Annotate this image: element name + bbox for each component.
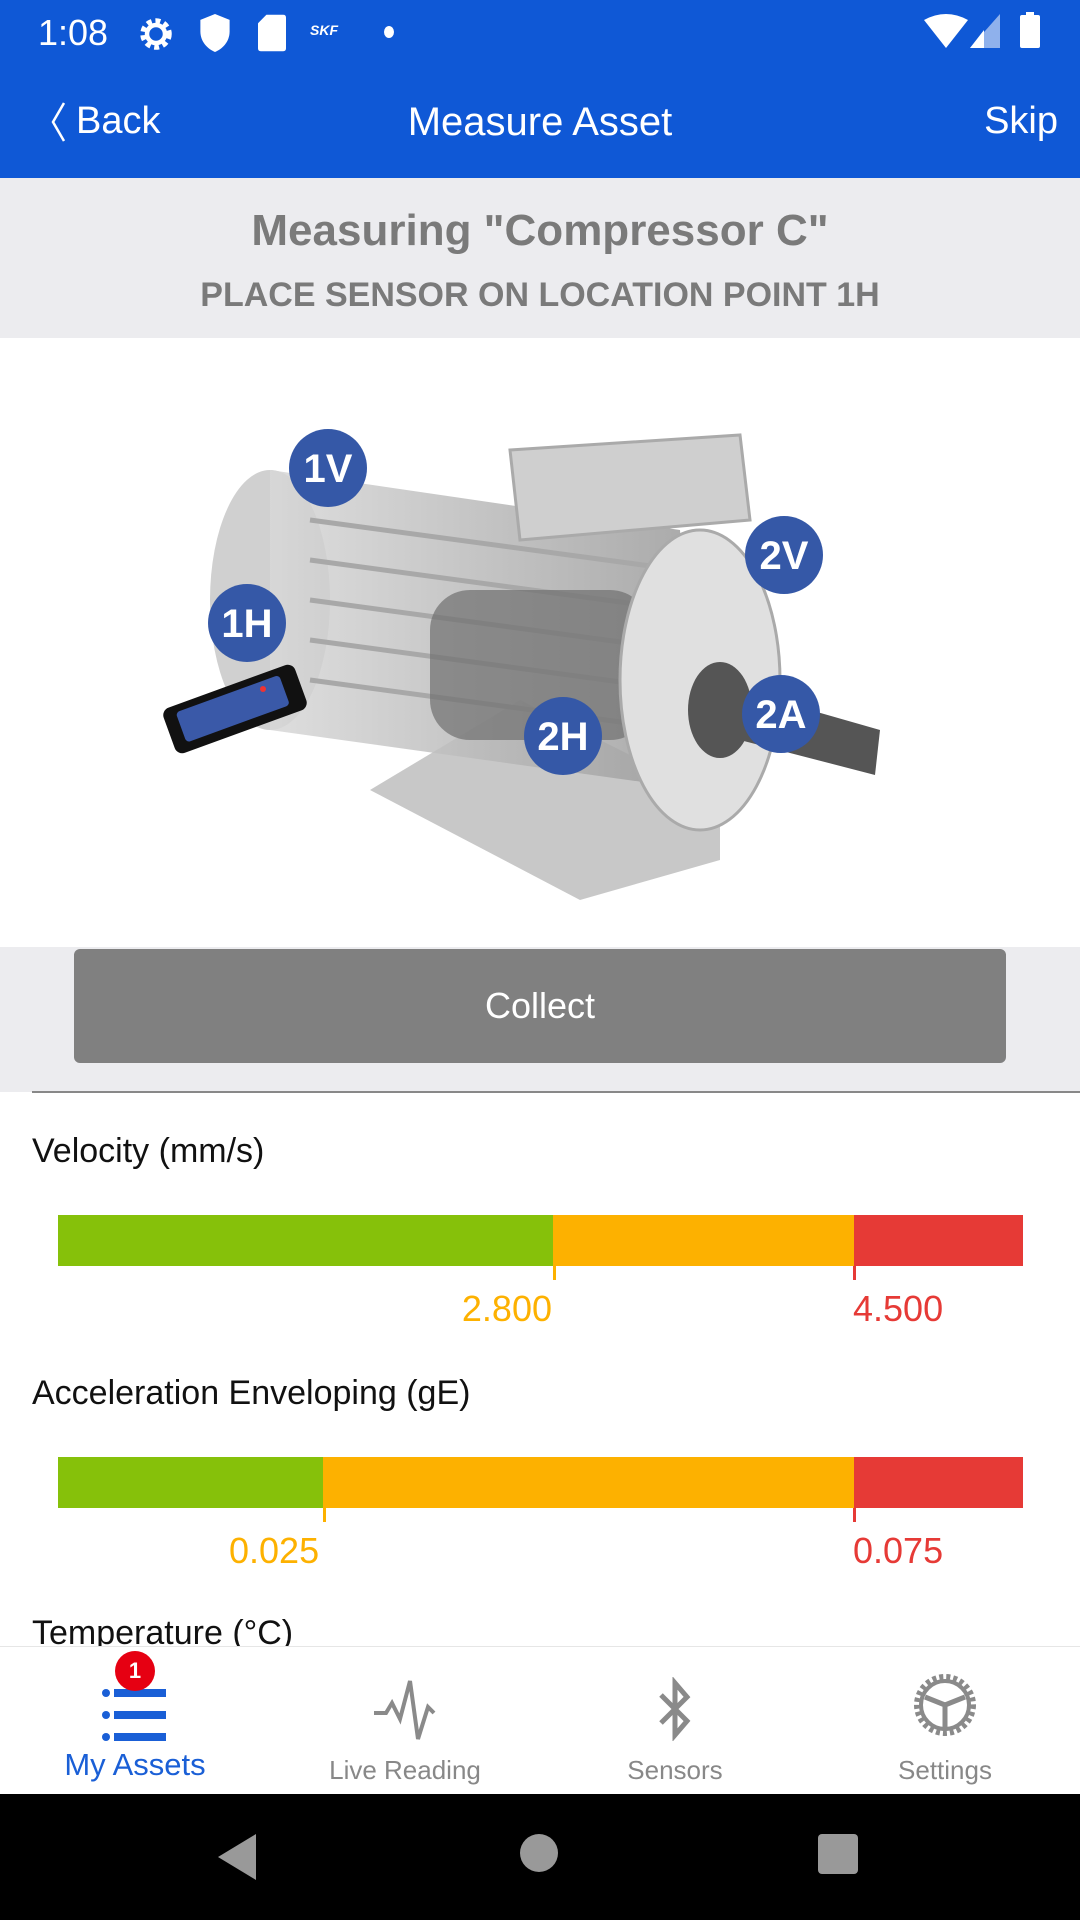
point-2V[interactable]: 2V [745,516,823,594]
acceleration-label: Acceleration Enveloping (gE) [32,1374,471,1412]
tab-my-assets[interactable]: 1 My Assets [0,1647,270,1795]
recents-nav-icon[interactable] [818,1834,858,1874]
svg-text:1V: 1V [304,447,353,491]
tab-label: My Assets [64,1747,206,1782]
page-title: Measure Asset [407,100,673,144]
tab-settings[interactable]: Settings [810,1647,1080,1795]
svg-text:2H: 2H [537,715,588,759]
dot-icon [384,26,394,38]
status-time: 1:08 [38,12,109,53]
tab-sensors[interactable]: Sensors [540,1647,810,1795]
point-2A[interactable]: 2A [742,675,820,753]
velocity-gauge [58,1215,1023,1266]
acceleration-zone-good [58,1457,324,1508]
back-label: Back [76,100,161,142]
velocity-warning-threshold: 2.800 [461,1288,552,1329]
velocity-zone-alarm [854,1215,1023,1266]
home-nav-icon[interactable] [520,1834,558,1872]
list-icon [102,1689,166,1741]
acceleration-zone-warning [323,1457,855,1508]
acceleration-alarm-threshold: 0.075 [853,1530,944,1571]
shield-icon [200,14,230,52]
tab-label: Sensors [627,1755,723,1785]
bottom-nav: 1 My Assets Live Reading Sensors Setting… [0,1646,1080,1794]
velocity-alarm-tick [853,1266,856,1280]
point-1H[interactable]: 1H [208,584,286,662]
signal-icon [970,14,1000,48]
skip-button[interactable]: Skip [984,100,1058,143]
svg-text:1H: 1H [221,602,272,646]
system-nav-bar [0,1794,1080,1920]
battery-icon [1020,12,1040,48]
collect-area: Collect [0,947,1080,1092]
gear-icon [914,1674,976,1736]
collect-button[interactable]: Collect [74,949,1006,1063]
acceleration-warning-tick [323,1508,326,1522]
velocity-zone-warning [553,1215,855,1266]
acceleration-zone-alarm [854,1457,1023,1508]
svg-text:2V: 2V [760,534,809,578]
skf-logo: SKF [310,22,338,38]
asset-title: Measuring "Compressor C" [251,206,829,255]
point-1V[interactable]: 1V [289,429,367,507]
tab-label: Settings [898,1755,992,1785]
waveform-icon [374,1680,436,1740]
acceleration-warning-threshold: 0.025 [229,1530,320,1571]
notification-badge: 1 [115,1651,155,1691]
velocity-alarm-threshold: 4.500 [853,1288,944,1329]
gear-icon [140,18,172,50]
measuring-header: Measuring "Compressor C" PLACE SENSOR ON… [0,178,1080,338]
motor-illustration: 1V 2V 1H 2H 2A [163,429,880,900]
status-bar: 1:08 SKF [0,0,1080,78]
point-2H[interactable]: 2H [524,697,602,775]
velocity-warning-tick [553,1266,556,1280]
instruction-text: PLACE SENSOR ON LOCATION POINT 1H [200,276,880,314]
back-button[interactable]: Back [50,100,160,143]
back-nav-icon[interactable] [218,1834,258,1880]
velocity-label: Velocity (mm/s) [32,1132,265,1170]
velocity-zone-good [58,1215,554,1266]
tab-label: Live Reading [329,1755,481,1785]
svg-text:2A: 2A [755,693,806,737]
chevron-left-icon [51,101,66,142]
motor-diagram: 1V 2V 1H 2H 2A [0,338,1080,947]
sd-card-icon [258,14,286,52]
wifi-icon [924,14,968,48]
bluetooth-icon [659,1677,691,1741]
acceleration-alarm-tick [853,1508,856,1522]
tab-live-reading[interactable]: Live Reading [270,1647,540,1795]
app-bar: Back Measure Asset Skip [0,78,1080,178]
divider [32,1091,1080,1093]
acceleration-gauge [58,1457,1023,1508]
